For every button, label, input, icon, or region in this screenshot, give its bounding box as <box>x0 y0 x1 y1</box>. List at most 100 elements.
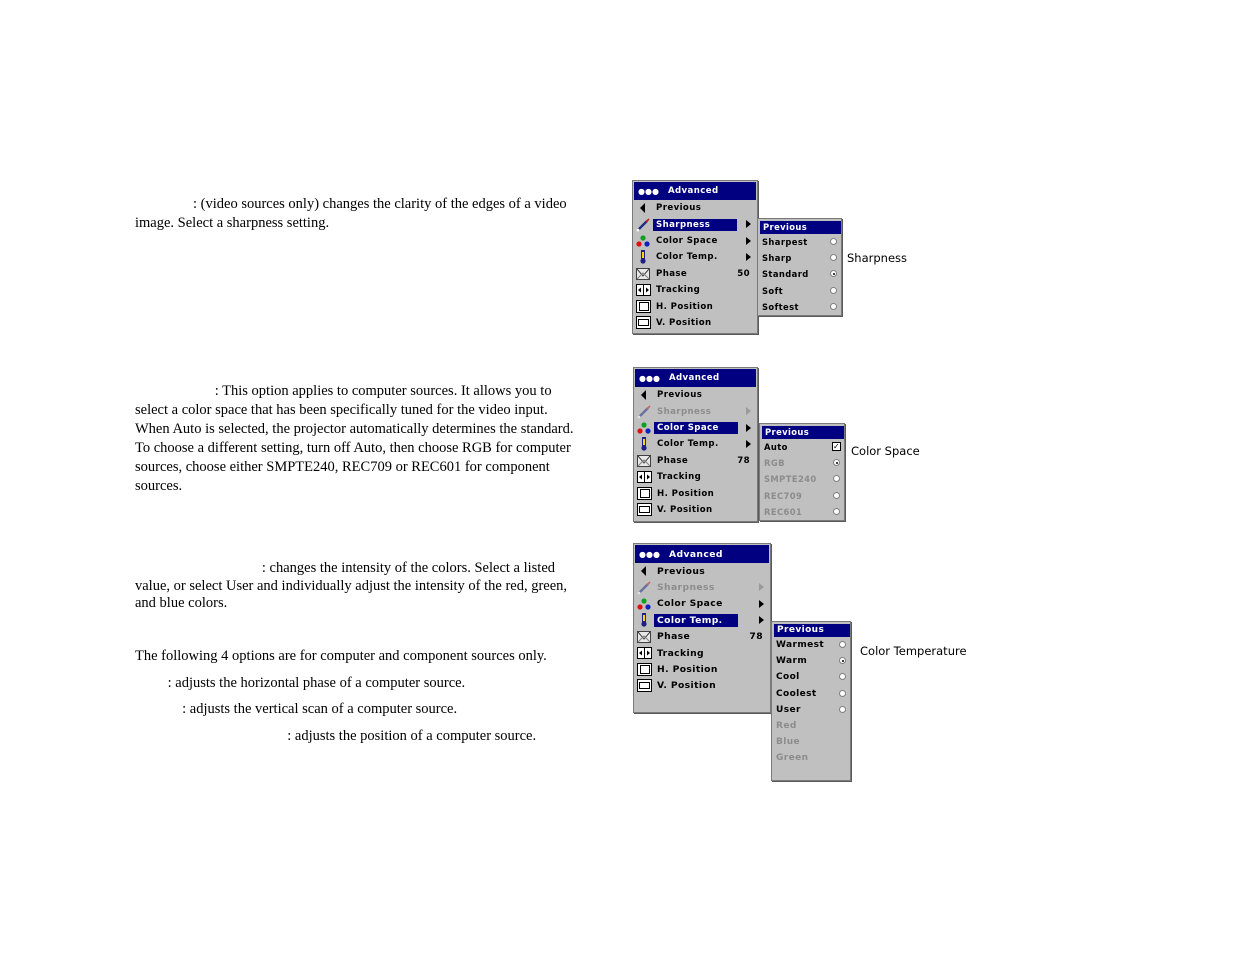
submenu-option-rec601[interactable]: REC601 <box>760 504 844 520</box>
radio-button[interactable] <box>830 238 837 245</box>
text-line: To choose a different setting, turn off … <box>135 440 571 456</box>
menu-item-sharpness[interactable]: Sharpness <box>634 579 770 595</box>
submenu-option-smpte240[interactable]: SMPTE240 <box>760 471 844 487</box>
menu-item-color-temp[interactable]: Color Temp. <box>634 436 757 452</box>
color-space-description: : This option applies to computer source… <box>135 382 605 496</box>
option-label: Standard <box>762 269 809 280</box>
submenu-option-blue[interactable]: Blue <box>772 734 850 750</box>
radio-button[interactable] <box>839 657 846 665</box>
menu-item-value: 78 <box>749 631 763 643</box>
submenu-option-soft[interactable]: Soft <box>758 283 841 299</box>
menu-item-label: Phase <box>656 268 688 279</box>
option-label: Soft <box>762 285 784 296</box>
submenu-option-warmest[interactable]: Warmest <box>772 637 850 653</box>
text-line: : (video sources only) changes the clari… <box>135 196 567 212</box>
text-line: When Auto is selected, the projector aut… <box>135 421 574 437</box>
menu-item-previous[interactable]: Previous <box>634 387 757 403</box>
phase-icon <box>636 454 652 468</box>
submenu-option-sharp[interactable]: Sharp <box>758 250 841 266</box>
submenu-option-rgb[interactable]: RGB <box>760 455 844 471</box>
option-label: SMPTE240 <box>764 474 817 485</box>
submenu-option-coolest[interactable]: Coolest <box>772 686 850 702</box>
menu-item-previous[interactable]: Previous <box>633 200 757 216</box>
radio-button[interactable] <box>830 254 837 262</box>
radio-button[interactable] <box>830 270 837 278</box>
menu-item-h-position[interactable]: H. Position <box>634 661 770 677</box>
back-arrow-icon <box>636 564 652 578</box>
back-arrow-icon <box>636 388 652 402</box>
menu-item-color-space[interactable]: Color Space <box>634 596 770 612</box>
menu-item-h-position[interactable]: H. Position <box>633 298 757 314</box>
menu-item-color-temp[interactable]: Color Temp. <box>634 612 770 628</box>
submenu-option-standard[interactable]: Standard <box>758 266 841 282</box>
menu-item-phase[interactable]: Phase 50 <box>633 266 757 282</box>
position-description: : adjusts the position of a computer sou… <box>135 728 537 744</box>
text-line: sources, choose either SMPTE240, REC709 … <box>135 459 550 475</box>
menu-item-v-position[interactable]: V. Position <box>634 678 770 694</box>
option-label: Sharp <box>762 253 792 264</box>
menu-item-v-position[interactable]: V. Position <box>633 315 757 331</box>
menu-item-color-space[interactable]: Color Space <box>633 233 757 249</box>
radio-button[interactable] <box>839 673 846 681</box>
submenu-option-sharpest[interactable]: Sharpest <box>758 234 841 250</box>
submenu-option-green[interactable]: Green <box>772 750 850 766</box>
menu-item-color-temp[interactable]: Color Temp. <box>633 249 757 265</box>
radio-button[interactable] <box>839 705 846 713</box>
option-label: Green <box>776 753 809 764</box>
submenu-previous-button[interactable]: Previous <box>762 426 844 439</box>
option-label: RGB <box>764 458 785 469</box>
menu-item-label: Phase <box>657 631 691 643</box>
submenu-option-cool[interactable]: Cool <box>772 669 850 685</box>
radio-button[interactable] <box>833 475 840 483</box>
menu-item-sharpness[interactable]: Sharpness <box>633 216 757 232</box>
submenu-arrow-icon <box>746 236 751 245</box>
menu-dots-icon: ●●● <box>638 186 659 196</box>
submenu-option-user[interactable]: User <box>772 702 850 718</box>
menu-item-color-space[interactable]: Color Space <box>634 420 757 436</box>
phase-icon <box>636 630 652 644</box>
menu-item-phase[interactable]: Phase 78 <box>634 453 757 469</box>
menu-item-label: Tracking <box>657 472 702 483</box>
h-position-icon <box>636 663 652 677</box>
color-temp-submenu: Previous Warmest Warm Cool Coolest User Red Blu… <box>771 621 851 781</box>
sharpness-caption: Sharpness <box>847 251 908 265</box>
color-space-caption: Color Space <box>851 444 920 458</box>
option-label: Cool <box>776 672 800 683</box>
radio-button[interactable] <box>830 286 837 294</box>
menu-item-label: Sharpness <box>653 218 737 231</box>
option-label: REC601 <box>764 506 803 517</box>
menu-item-tracking[interactable]: Tracking <box>633 282 757 298</box>
h-position-icon <box>635 300 651 314</box>
submenu-option-red[interactable]: Red <box>772 718 850 734</box>
submenu-option-rec709[interactable]: REC709 <box>760 488 844 504</box>
menu-item-sharpness[interactable]: Sharpness <box>634 403 757 419</box>
menu-item-tracking[interactable]: Tracking <box>634 645 770 661</box>
tracking-icon <box>636 470 652 484</box>
menu-item-previous[interactable]: Previous <box>634 563 770 579</box>
menu-item-phase[interactable]: Phase 78 <box>634 629 770 645</box>
radio-button[interactable] <box>839 689 846 697</box>
menu-item-label: H. Position <box>657 488 715 499</box>
menu-item-label: V. Position <box>657 680 717 692</box>
radio-button[interactable] <box>833 507 840 515</box>
text-line: select a color space that has been speci… <box>135 402 548 418</box>
menu-title: Advanced <box>668 548 723 560</box>
menu-title: Advanced <box>668 373 720 383</box>
menu-item-h-position[interactable]: H. Position <box>634 485 757 501</box>
radio-button[interactable] <box>833 491 840 499</box>
menu-item-v-position[interactable]: V. Position <box>634 502 757 518</box>
radio-button[interactable] <box>839 641 846 648</box>
menu-item-label: Color Temp. <box>654 613 738 627</box>
submenu-option-softest[interactable]: Softest <box>758 299 841 315</box>
radio-button[interactable] <box>833 459 840 467</box>
menu-item-label: V. Position <box>656 317 712 328</box>
checkbox[interactable]: ✓ <box>832 442 841 451</box>
submenu-previous-button[interactable]: Previous <box>760 221 841 234</box>
submenu-arrow-icon <box>746 253 751 262</box>
menu-item-tracking[interactable]: Tracking <box>634 469 757 485</box>
submenu-previous-button[interactable]: Previous <box>774 624 850 637</box>
radio-button[interactable] <box>830 302 837 310</box>
menu-item-label: H. Position <box>657 664 718 676</box>
submenu-option-warm[interactable]: Warm <box>772 653 850 669</box>
submenu-option-auto[interactable]: Auto ✓ <box>760 439 844 455</box>
